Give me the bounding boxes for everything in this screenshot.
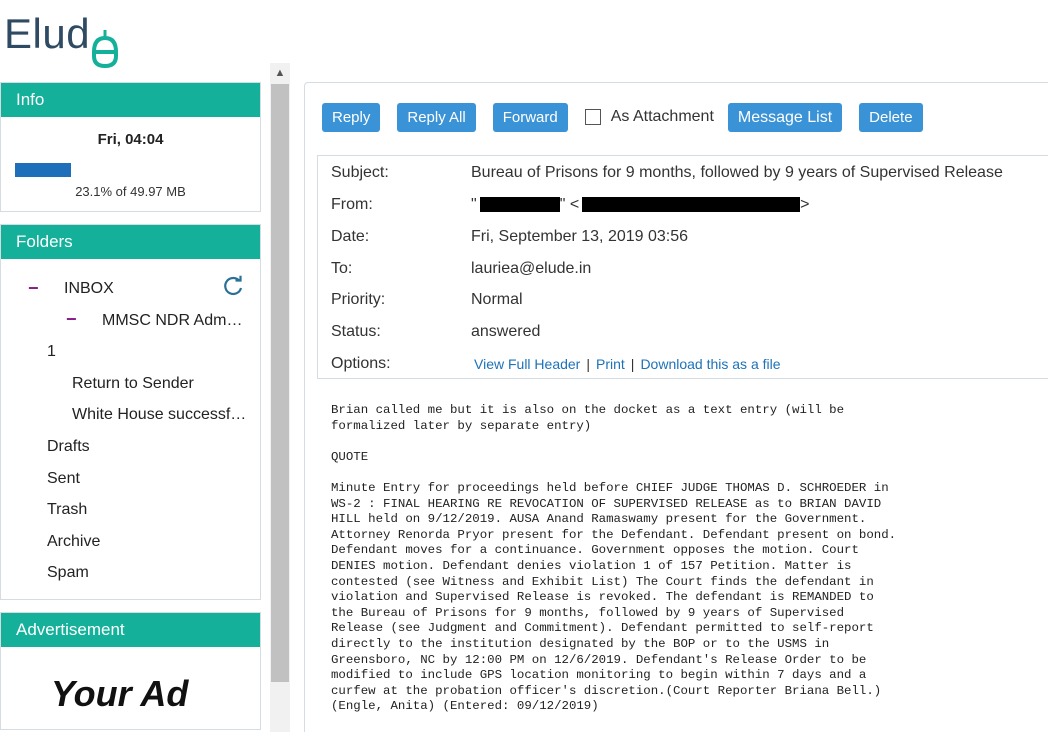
folders-panel-title: Folders	[1, 225, 260, 259]
from-value: " " < >	[471, 196, 810, 214]
advertisement-panel: Advertisement Your Ad	[0, 612, 261, 730]
info-panel: Info Fri, 04:04 23.1% of 49.97 MB	[0, 82, 261, 212]
delete-button[interactable]: Delete	[859, 102, 923, 132]
scroll-thumb[interactable]	[271, 84, 289, 682]
message-body: Brian called me but it is also on the do…	[331, 403, 897, 714]
logo-text: Elud	[4, 10, 91, 57]
options-links: View Full Header | Print | Download this as …	[474, 356, 781, 374]
download-link[interactable]: Download this as a file	[640, 356, 780, 372]
folder-spam[interactable]: Spam	[47, 564, 89, 582]
quota-bar	[15, 163, 71, 177]
message-headers: Subject: Bureau of Prisons for 9 months,…	[317, 155, 1048, 379]
reply-all-button[interactable]: Reply All	[397, 102, 476, 132]
from-bracket-close: >	[800, 196, 810, 213]
message-list-button[interactable]: Message List	[727, 102, 843, 132]
scroll-up-arrow-icon[interactable]: ▲	[270, 63, 290, 83]
folder-sent[interactable]: Sent	[47, 470, 80, 488]
message-pane: Reply Reply All Forward As Attachment Me…	[304, 82, 1048, 732]
options-separator: |	[586, 356, 590, 372]
priority-label: Priority:	[331, 291, 386, 308]
from-label: From:	[331, 196, 373, 213]
folder-inbox[interactable]: INBOX	[64, 280, 114, 298]
reply-button[interactable]: Reply	[322, 102, 381, 132]
info-panel-title: Info	[1, 83, 260, 117]
from-quote-open: "	[471, 196, 477, 213]
refresh-icon[interactable]	[222, 275, 244, 297]
to-value: lauriea@elude.in	[471, 260, 592, 277]
folder-white-house[interactable]: White House successf…	[72, 406, 248, 424]
message-toolbar: Reply Reply All Forward As Attachment Me…	[322, 102, 940, 132]
redacted-sender-name	[479, 197, 560, 213]
from-quote-close: " <	[559, 196, 580, 213]
forward-button[interactable]: Forward	[492, 102, 568, 132]
to-label: To:	[331, 260, 353, 277]
date-value: Fri, September 13, 2019 03:56	[471, 228, 689, 245]
view-full-header-link[interactable]: View Full Header	[474, 356, 580, 372]
subject-value: Bureau of Prisons for 9 months, followed…	[471, 164, 1003, 181]
advertisement-title: Advertisement	[1, 613, 260, 647]
folders-panel: Folders − INBOX − MMSC NDR Adm… 1 Return…	[0, 224, 261, 600]
subject-label: Subject:	[331, 164, 389, 181]
date-label: Date:	[331, 228, 370, 245]
sidebar: Info Fri, 04:04 23.1% of 49.97 MB Folder…	[0, 82, 261, 732]
app-logo[interactable]: Elud	[4, 10, 118, 68]
options-separator: |	[630, 356, 635, 372]
folder-archive[interactable]: Archive	[47, 533, 100, 551]
current-datetime: Fri, 04:04	[97, 131, 164, 148]
folder-drafts[interactable]: Drafts	[47, 438, 90, 456]
status-label: Status:	[331, 323, 381, 340]
collapse-inbox-icon[interactable]: −	[28, 278, 39, 299]
collapse-mmsc-icon[interactable]: −	[66, 309, 77, 330]
folder-mmsc-ndr[interactable]: MMSC NDR Adm…	[102, 312, 248, 330]
sidebar-scrollbar[interactable]: ▲	[270, 63, 290, 732]
as-attachment-checkbox[interactable]	[584, 109, 601, 125]
logo-e-mouse-icon	[92, 30, 118, 68]
as-attachment-label[interactable]: As Attachment	[611, 108, 714, 126]
redacted-sender-email	[582, 197, 801, 213]
folder-trash[interactable]: Trash	[47, 501, 87, 519]
print-link[interactable]: Print	[596, 356, 625, 372]
priority-value: Normal	[471, 291, 523, 308]
folder-return-to-sender[interactable]: Return to Sender	[72, 375, 194, 393]
options-label: Options:	[331, 355, 391, 372]
quota-text: 23.1% of 49.97 MB	[75, 184, 186, 199]
folder-1[interactable]: 1	[47, 343, 56, 361]
ad-banner-text[interactable]: Your Ad	[51, 673, 188, 715]
status-value: answered	[471, 323, 541, 340]
